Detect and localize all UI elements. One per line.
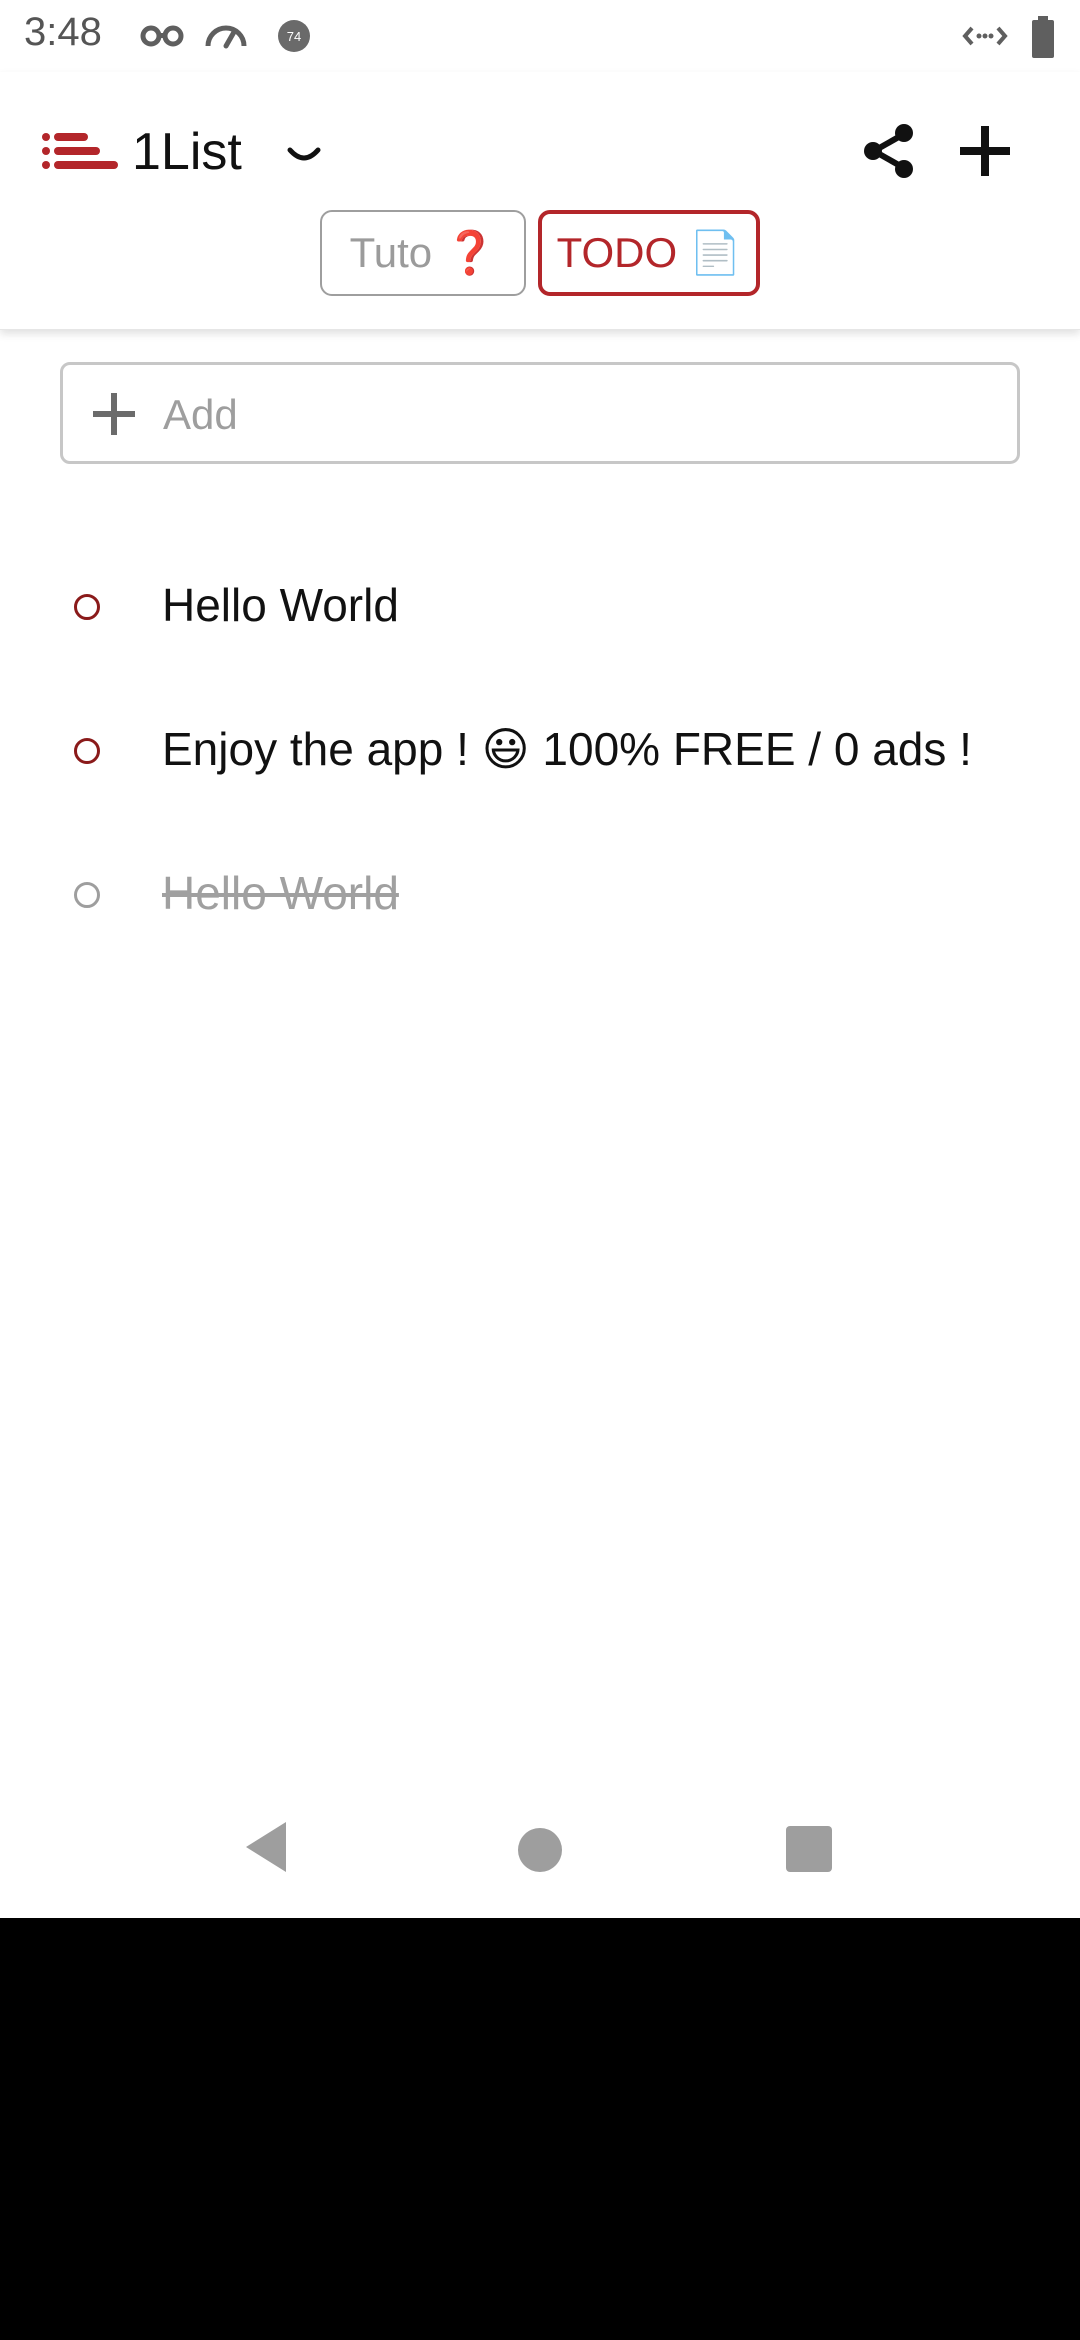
list-logo-icon [42, 133, 118, 169]
tab-todo-label: TODO [556, 229, 678, 276]
home-icon[interactable] [518, 1828, 562, 1872]
tab-tuto-label: Tuto [349, 229, 433, 276]
checkbox-circle-icon[interactable] [74, 594, 100, 620]
list-item-text[interactable]: Enjoy the app ! 😃 100% FREE / 0 ads ! [162, 722, 972, 776]
question-icon: ❓ [444, 228, 497, 276]
list-item-done[interactable]: Hello World [0, 836, 1080, 956]
notification-badge-icon: 74 [278, 20, 310, 52]
app-screen: 3:48 74 1List Tuto ❓ TODO 📄 Add Hello Wo… [0, 0, 1080, 1918]
recents-icon[interactable] [786, 1826, 832, 1872]
tab-todo[interactable]: TODO 📄 [538, 210, 760, 296]
battery-icon [1032, 16, 1054, 58]
tab-tuto[interactable]: Tuto ❓ [320, 210, 526, 296]
status-time: 3:48 [24, 10, 102, 54]
notification-badge-count: 74 [287, 29, 301, 44]
list-item[interactable]: Hello World [0, 548, 1080, 668]
data-saver-icon [962, 26, 1008, 46]
add-item-field[interactable] [60, 362, 1020, 464]
incognito-icon [140, 25, 184, 47]
speedometer-icon [205, 25, 247, 49]
add-plus-icon[interactable] [89, 389, 139, 439]
list-item-text[interactable]: Hello World [162, 578, 399, 632]
checkbox-circle-icon[interactable] [74, 882, 100, 908]
system-nav-bar [0, 1790, 1080, 1918]
add-item-input[interactable] [163, 385, 983, 445]
notepad-icon: 📄 [689, 228, 742, 276]
share-icon[interactable] [858, 120, 920, 182]
plus-icon[interactable] [954, 120, 1016, 182]
status-bar: 3:48 74 [0, 0, 1080, 72]
checkbox-circle-icon[interactable] [74, 738, 100, 764]
list-item-text[interactable]: Hello World [162, 866, 399, 920]
list-item[interactable]: Enjoy the app ! 😃 100% FREE / 0 ads ! [0, 692, 1080, 812]
chevron-down-icon[interactable] [284, 140, 324, 170]
back-icon[interactable] [242, 1820, 290, 1874]
app-header: 1List Tuto ❓ TODO 📄 [0, 72, 1080, 330]
list-title[interactable]: 1List [132, 122, 242, 182]
blank-area [0, 1918, 1080, 2340]
